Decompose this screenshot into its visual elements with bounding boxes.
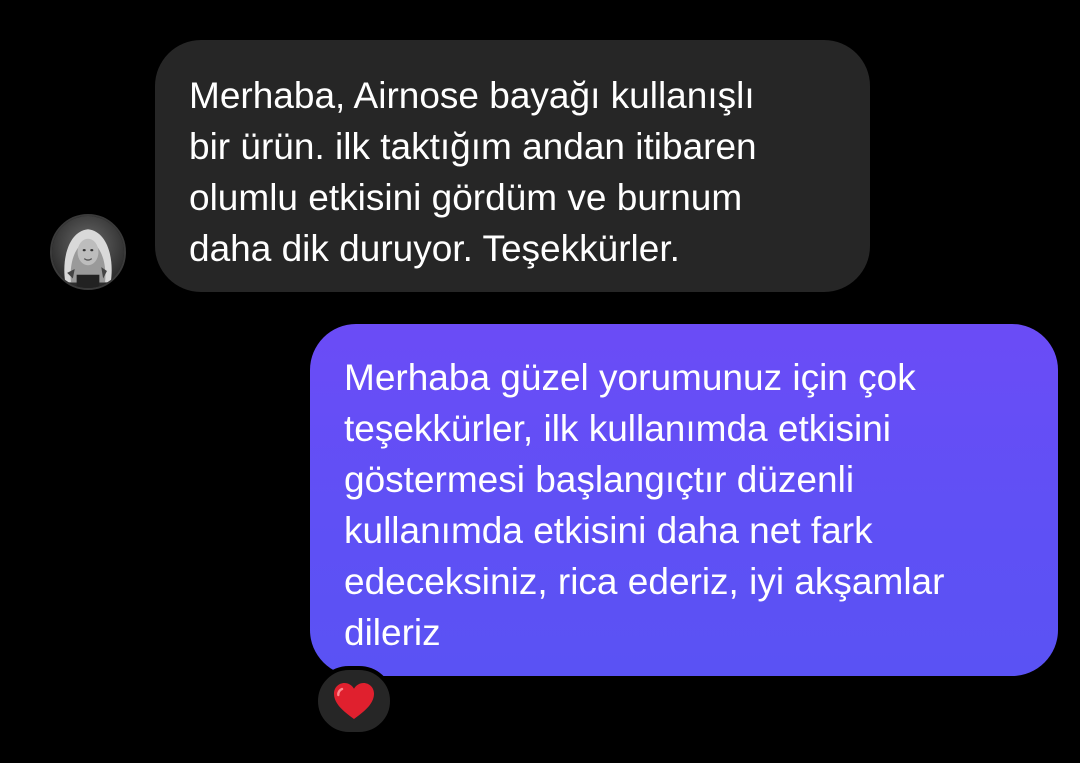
incoming-message-bubble[interactable]: Merhaba, Airnose bayağı kullanışlı bir ü…	[155, 40, 870, 292]
outgoing-message-bubble[interactable]: Merhaba güzel yorumunuz için çok teşekkü…	[310, 324, 1058, 676]
heart-icon	[334, 683, 374, 719]
user-avatar-icon	[52, 216, 124, 288]
sender-avatar[interactable]	[50, 214, 126, 290]
message-reaction[interactable]	[314, 666, 394, 736]
chat-thread: Merhaba, Airnose bayağı kullanışlı bir ü…	[0, 0, 1080, 763]
